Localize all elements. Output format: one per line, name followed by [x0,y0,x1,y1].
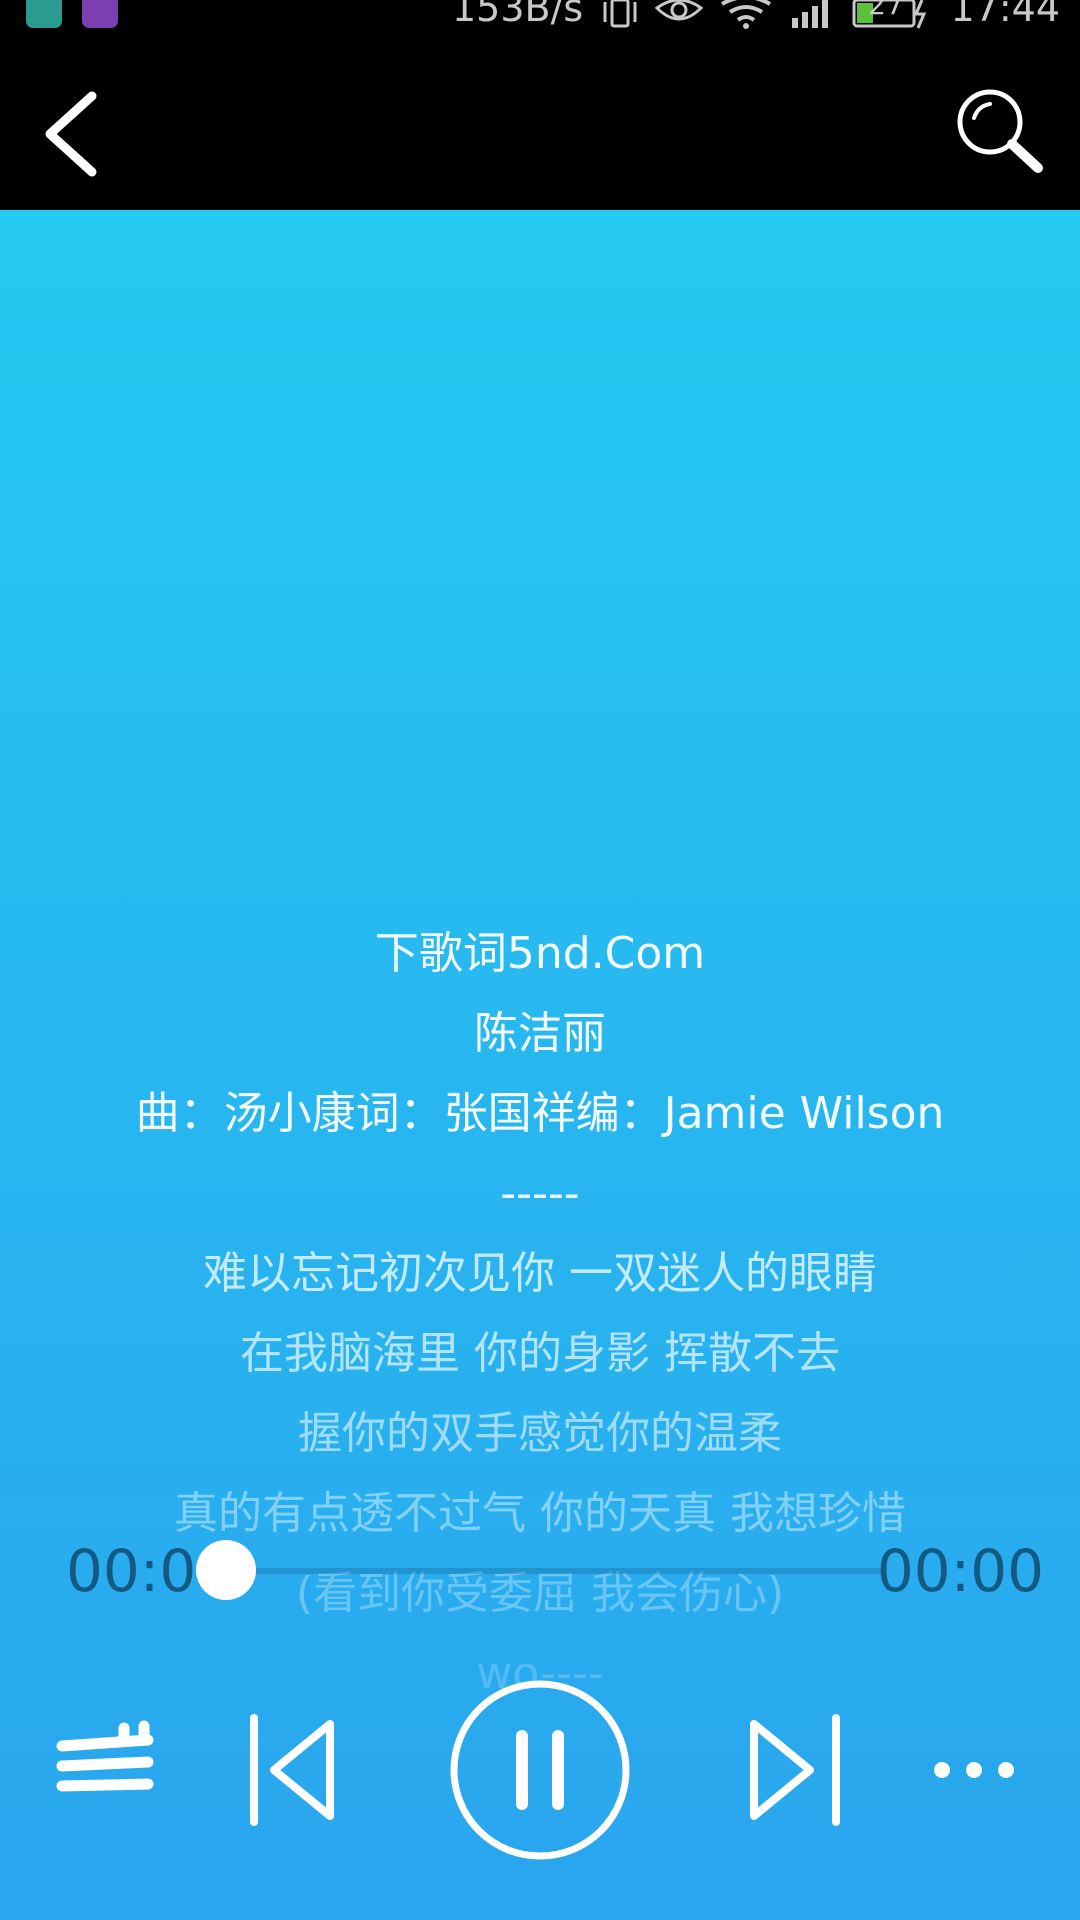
playlist-button[interactable] [52,1710,162,1810]
lyric-line: 在我脑海里 你的身影 挥散不去 [240,1328,840,1379]
lyric-line: ----- [500,1168,580,1219]
player-panel: 下歌词5nd.Com 陈洁丽 曲：汤小康词：张国祥编：Jamie Wilson … [0,210,1080,1920]
pause-icon [450,1680,630,1860]
top-bar [0,62,1080,210]
lyric-line: 曲：汤小康词：张国祥编：Jamie Wilson [135,1088,945,1139]
playlist-icon [56,1720,154,1792]
clock: 17:44 [950,0,1060,30]
pause-button[interactable] [450,1680,630,1860]
next-track-icon [750,1714,840,1826]
more-options-button[interactable] [922,1740,1032,1800]
vibrate-icon [603,0,637,28]
lyric-line: 下歌词5nd.Com [374,928,706,979]
signal-icon [792,0,828,28]
android-notification-icon [26,0,62,28]
battery-level: 27 [868,0,904,21]
search-icon [957,89,1043,173]
chevron-left-icon [45,91,97,177]
previous-button[interactable] [240,1710,350,1830]
lyric-line: 难以忘记初次见你 一双迷人的眼睛 [203,1248,877,1299]
total-time: 00:00 [876,1537,1044,1605]
lyric-line: 握你的双手感觉你的温柔 [298,1408,782,1459]
more-options-icon [934,1762,1014,1778]
previous-track-icon [250,1714,334,1826]
lyric-line: 陈洁丽 [474,1008,606,1059]
wifi-icon [720,0,772,29]
eye-icon [654,0,704,21]
gallery-notification-icon [82,0,118,28]
seek-bar[interactable] [226,1568,886,1574]
search-button[interactable] [950,82,1050,182]
next-button[interactable] [740,1710,850,1830]
status-bar: 153B/s 27 17:44 [0,0,1080,62]
network-speed: 153B/s [452,0,584,30]
back-button[interactable] [30,82,120,182]
seek-thumb[interactable] [196,1540,256,1600]
